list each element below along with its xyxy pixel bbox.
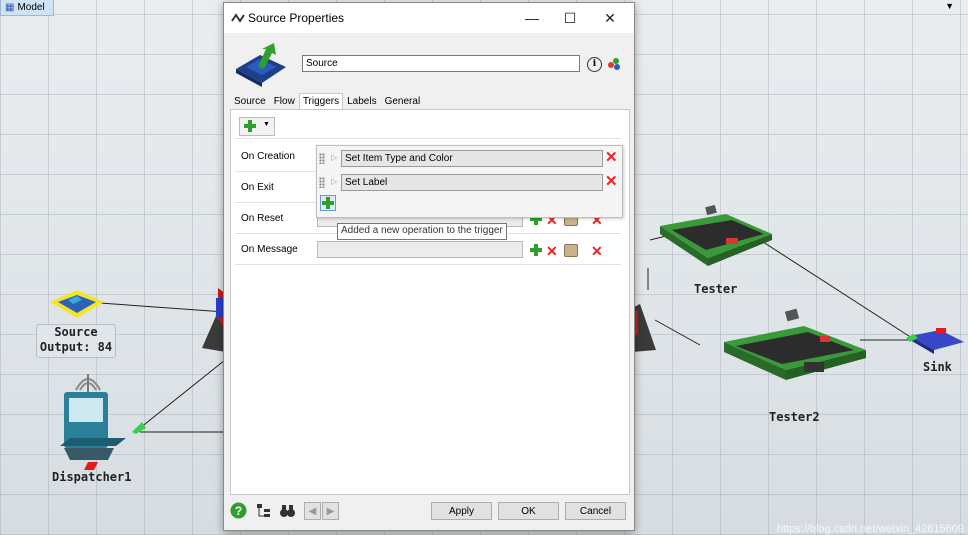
source-object[interactable]: [48, 288, 106, 322]
divider: [235, 264, 621, 265]
dispatcher-object[interactable]: [56, 360, 128, 472]
previous-arrow-button[interactable]: ◀: [304, 502, 321, 520]
tooltip: Added a new operation to the trigger: [337, 223, 507, 240]
trigger-label-on-message: On Message: [241, 244, 298, 255]
svg-text:?: ?: [235, 504, 242, 518]
delete-operation-icon[interactable]: ✕: [605, 174, 618, 189]
trigger-label-on-creation: On Creation: [241, 151, 295, 162]
expand-arrow-icon[interactable]: ▷: [331, 177, 337, 186]
tree-view-icon[interactable]: [255, 502, 272, 519]
operation-field[interactable]: Set Label: [341, 174, 603, 191]
tester-label: Tester: [694, 282, 738, 296]
trigger-label-on-reset: On Reset: [241, 213, 284, 224]
color-palette-icon[interactable]: [607, 56, 621, 71]
dialog-titlebar[interactable]: Source Properties — ☐ ✕: [224, 3, 634, 33]
sink-label: Sink: [923, 360, 952, 374]
dispatcher-connector: [132, 422, 146, 434]
delete-operation-icon[interactable]: ✕: [605, 150, 618, 165]
on-message-add-icon[interactable]: [530, 244, 542, 256]
plus-icon: [244, 120, 256, 132]
property-tabs: Source Flow Triggers Labels General: [230, 93, 424, 111]
object-name-input[interactable]: [302, 55, 580, 72]
watermark: https://blog.csdn.net/weixin_42815609: [776, 523, 964, 535]
binoculars-icon[interactable]: [279, 502, 296, 519]
tester-object[interactable]: [656, 200, 774, 268]
sink-object[interactable]: [906, 326, 966, 356]
info-icon[interactable]: i: [587, 57, 602, 72]
on-message-remove-icon[interactable]: ✕: [591, 244, 603, 258]
operation-row[interactable]: ▷ Set Label ✕: [317, 173, 622, 192]
plus-icon: [322, 197, 334, 209]
on-message-edit-code-icon[interactable]: [564, 244, 578, 257]
minimize-button[interactable]: —: [512, 7, 552, 29]
on-message-delete-icon[interactable]: ✕: [546, 244, 558, 258]
ok-button[interactable]: OK: [498, 502, 559, 520]
cancel-button[interactable]: Cancel: [565, 502, 626, 520]
operation-field[interactable]: Set Item Type and Color: [341, 150, 603, 167]
chevron-down-icon: ▼: [263, 121, 270, 128]
help-icon[interactable]: ?: [230, 502, 247, 519]
trigger-label-on-exit: On Exit: [241, 182, 274, 193]
add-operation-button[interactable]: [320, 195, 336, 211]
source-object-icon: [236, 43, 286, 87]
drag-handle-icon[interactable]: [319, 177, 325, 188]
next-arrow-button[interactable]: ▶: [322, 502, 339, 520]
operation-row[interactable]: ▷ Set Item Type and Color ✕: [317, 149, 622, 168]
tester2-object[interactable]: [720, 306, 870, 390]
maximize-button[interactable]: ☐: [550, 7, 590, 29]
close-button[interactable]: ✕: [590, 7, 630, 29]
tester2-label: Tester2: [769, 410, 820, 424]
source-label: Source Output: 84: [36, 324, 116, 358]
source-properties-dialog: Source Properties — ☐ ✕ i Source Flow Tr…: [223, 2, 635, 531]
divider: [235, 138, 621, 139]
on-message-field[interactable]: [317, 241, 523, 258]
add-trigger-button[interactable]: ▼: [239, 117, 275, 136]
queue2-object[interactable]: [632, 304, 658, 354]
apply-button[interactable]: Apply: [431, 502, 492, 520]
drag-handle-icon[interactable]: [319, 153, 325, 164]
expand-arrow-icon[interactable]: ▷: [331, 153, 337, 162]
dispatcher-label: Dispatcher1: [52, 470, 132, 484]
dialog-title: Source Properties: [248, 11, 345, 25]
flexsim-app-icon: [231, 13, 245, 23]
trigger-operations-popup: ▷ Set Item Type and Color ✕ ▷ Set Label …: [316, 145, 623, 218]
